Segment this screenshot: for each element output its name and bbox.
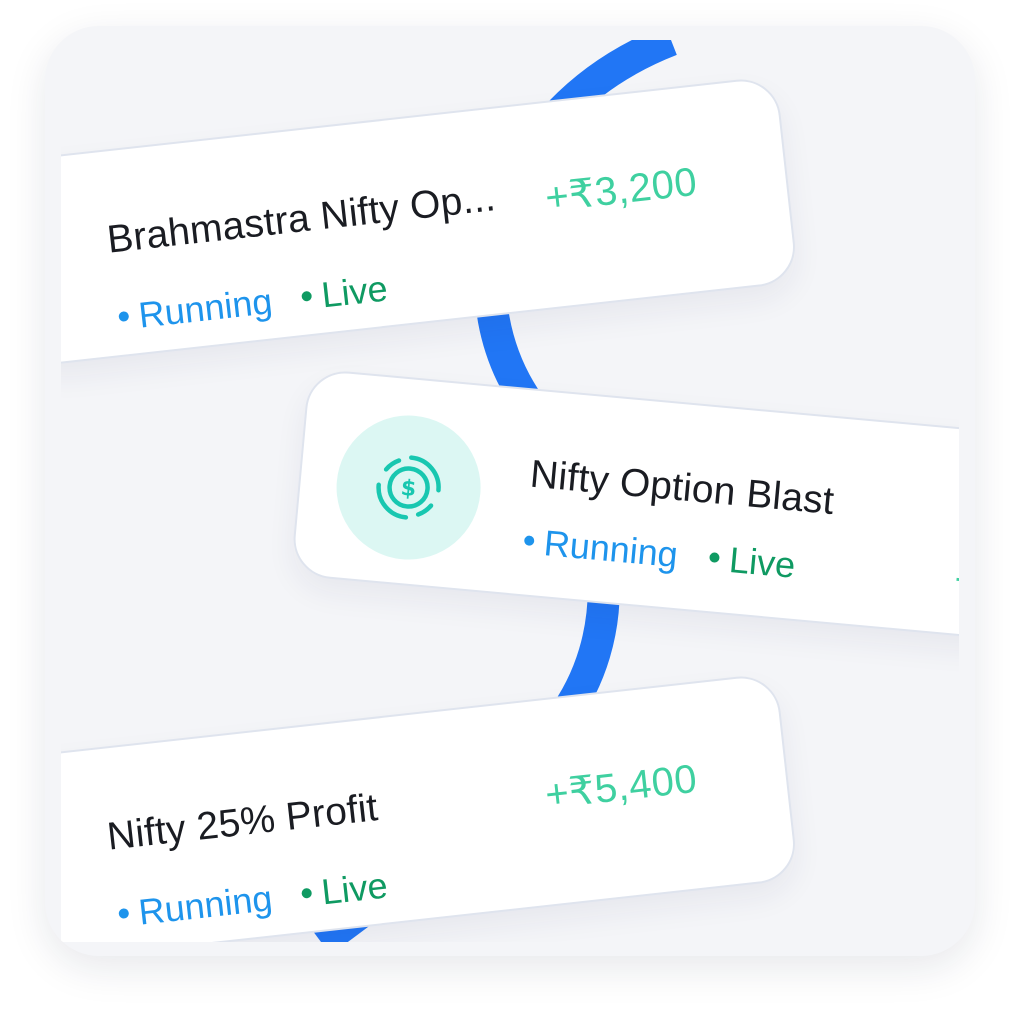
status-live-label: Live xyxy=(319,864,390,913)
status-live-badge: Live xyxy=(300,267,390,318)
strategy-list-viewport: Brahmastra Nifty Op... +₹3,200 Running L… xyxy=(61,40,959,942)
live-dot-icon xyxy=(301,888,313,900)
status-running-label: Running xyxy=(542,522,680,576)
status-live-badge: Live xyxy=(708,537,797,587)
running-dot-icon xyxy=(523,535,535,547)
status-live-badge: Live xyxy=(300,864,390,915)
strategy-pnl: +₹3,200 xyxy=(542,159,700,221)
strategy-pnl: +₹5,400 xyxy=(542,756,700,818)
status-running-badge: Running xyxy=(522,520,680,576)
running-dot-icon xyxy=(118,311,130,323)
strategy-avatar: $ xyxy=(330,409,487,566)
status-running-badge: Running xyxy=(117,877,275,936)
strategy-panel: Brahmastra Nifty Op... +₹3,200 Running L… xyxy=(45,26,975,956)
strategy-name: Nifty 25% Profit xyxy=(104,786,381,859)
status-live-label: Live xyxy=(727,538,798,586)
status-live-label: Live xyxy=(319,267,390,316)
strategy-pnl: + xyxy=(952,557,959,604)
svg-text:$: $ xyxy=(400,476,418,502)
strategy-name: Brahmastra Nifty Op... xyxy=(104,176,498,262)
running-dot-icon xyxy=(118,908,130,920)
status-running-label: Running xyxy=(136,877,275,933)
status-running-badge: Running xyxy=(117,280,275,339)
live-dot-icon xyxy=(301,291,313,303)
status-running-label: Running xyxy=(136,280,275,336)
live-dot-icon xyxy=(709,552,720,564)
strategy-name: Nifty Option Blast xyxy=(528,452,836,524)
dollar-coin-refresh-icon: $ xyxy=(376,455,441,520)
